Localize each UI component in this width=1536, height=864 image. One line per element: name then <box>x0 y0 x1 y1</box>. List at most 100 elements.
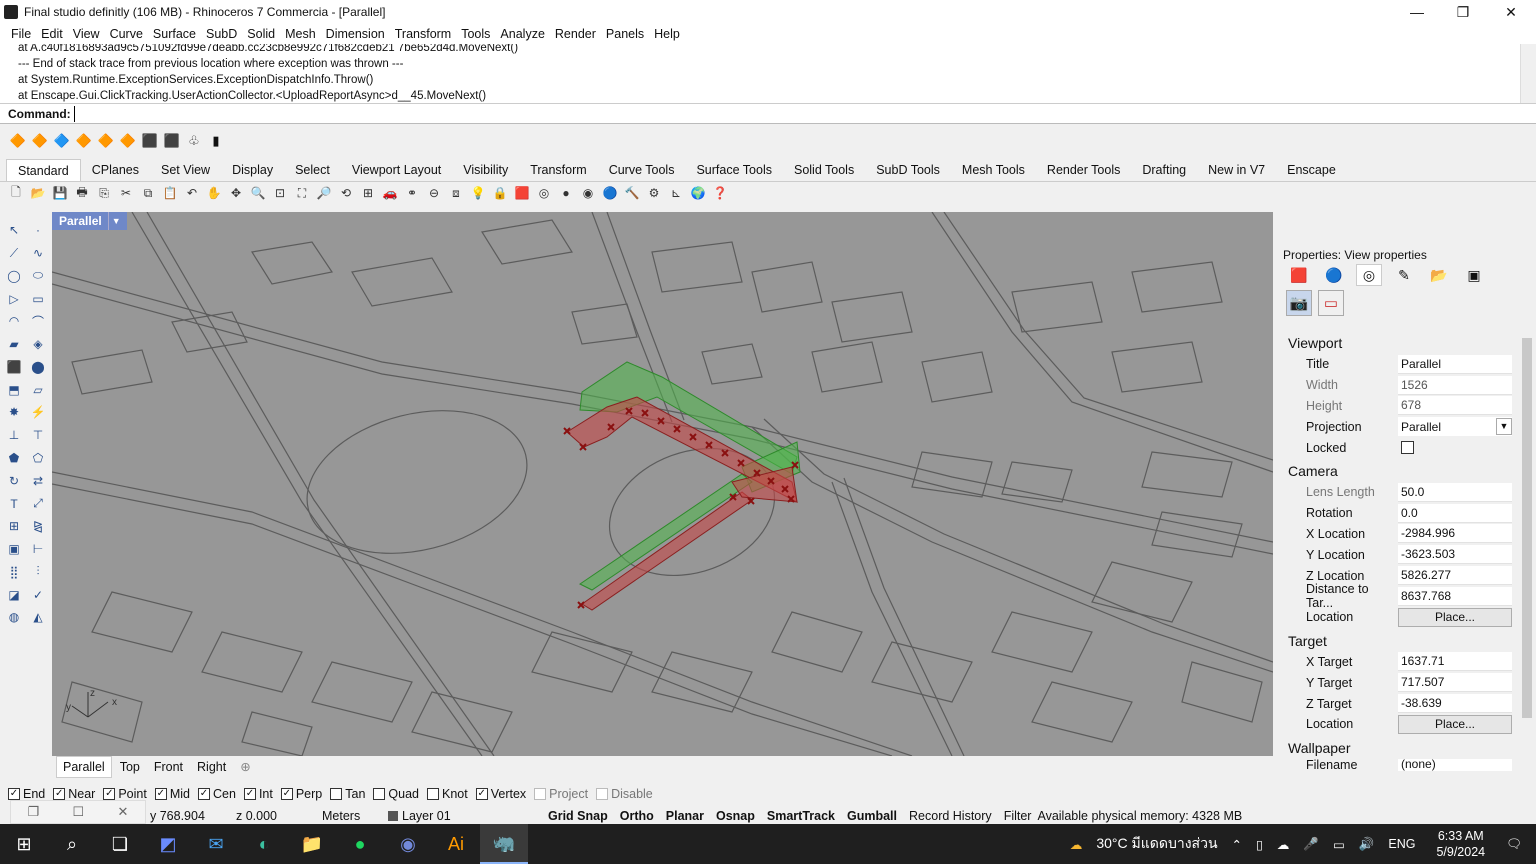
undo-icon[interactable]: ↶ <box>182 183 202 203</box>
help-tab-icon[interactable]: ▣ <box>1461 264 1487 286</box>
tab-subd-tools[interactable]: SubD Tools <box>865 159 951 181</box>
camera-icon[interactable]: 📷 <box>1286 290 1312 316</box>
match-properties-icon[interactable]: 🔨 <box>622 183 642 203</box>
arc-icon[interactable]: ◠ <box>3 311 25 332</box>
tab-visibility[interactable]: Visibility <box>452 159 519 181</box>
windows-start-icon[interactable]: ⊞ <box>0 824 48 864</box>
command-history[interactable]: at A.c40f1816893ad9c5751092fd99e7deabb.c… <box>0 44 1536 104</box>
chart-icon[interactable]: ▮ <box>206 131 226 151</box>
menu-surface[interactable]: Surface <box>148 24 201 44</box>
loft-icon[interactable]: ◈ <box>27 334 49 355</box>
x-target-field[interactable]: 1637.71 <box>1398 652 1512 672</box>
plugin-icon[interactable]: 🔶 <box>74 131 94 151</box>
menu-view[interactable]: View <box>68 24 105 44</box>
plugin-icon[interactable]: 🔶 <box>96 131 116 151</box>
wallpaper-filename-field[interactable]: (none) <box>1398 758 1512 771</box>
add-viewport-tab-icon[interactable]: ⊕ <box>234 757 256 777</box>
group-icon[interactable]: ⬟ <box>3 448 25 469</box>
layers-tab-icon[interactable]: 📂 <box>1426 264 1452 286</box>
object-properties-tab-icon[interactable]: 🟥 <box>1286 264 1312 286</box>
fillet-curve-icon[interactable]: ⌒ <box>27 311 49 332</box>
osnap-toggle[interactable]: Osnap <box>710 809 761 823</box>
check-icon[interactable]: ✓ <box>27 584 49 605</box>
checkbox-icon[interactable]: ✓ <box>280 788 293 800</box>
minimize-button[interactable]: — <box>1394 0 1440 24</box>
osnap-vertex[interactable]: ✓ Vertex <box>475 787 526 801</box>
weather-text[interactable]: 30°C มีแดดบางส่วน <box>1089 833 1224 855</box>
help-icon[interactable]: ❓ <box>710 183 730 203</box>
plugin-icon[interactable]: ⬛ <box>140 131 160 151</box>
color-wheel-icon[interactable]: ◎ <box>534 183 554 203</box>
distance-to-target-field[interactable]: 8637.768 <box>1398 586 1512 606</box>
print-icon[interactable]: 🖶 <box>72 183 92 203</box>
osnap-end[interactable]: ✓ End <box>8 787 45 801</box>
grid-icon[interactable]: ⣿ <box>3 562 25 583</box>
lock-icon[interactable]: 🔒 <box>490 183 510 203</box>
close-button[interactable]: ✕ <box>1488 0 1534 24</box>
options-icon[interactable]: ⚙ <box>644 183 664 203</box>
tab-parallel[interactable]: Parallel <box>56 756 112 778</box>
gumball-toggle[interactable]: Gumball <box>841 809 903 823</box>
dimension-icon[interactable]: ⊾ <box>666 183 686 203</box>
dimension-tool-icon[interactable]: ⊢ <box>27 539 49 560</box>
discord-icon[interactable]: ◉ <box>384 824 432 864</box>
menu-tools[interactable]: Tools <box>456 24 495 44</box>
checkbox-icon[interactable] <box>534 788 547 800</box>
osnap-int[interactable]: ✓ Int <box>243 787 273 801</box>
ellipse-icon[interactable]: ⬭ <box>27 266 49 287</box>
osnap-quad[interactable]: Quad <box>373 787 419 801</box>
rhino-taskbar-icon[interactable]: 🦏 <box>480 824 528 864</box>
layer-icon[interactable]: 🟥 <box>512 183 532 203</box>
zoom-selected-icon[interactable]: 🔎 <box>314 183 334 203</box>
paste-icon[interactable]: 📋 <box>160 183 180 203</box>
split-icon[interactable]: ⊥ <box>3 425 25 446</box>
chevron-down-icon[interactable]: ▼ <box>1496 418 1512 436</box>
scrollbar-thumb[interactable] <box>1522 338 1532 718</box>
rendered-sphere-icon[interactable]: ◉ <box>578 183 598 203</box>
frame-icon[interactable]: ▭ <box>1318 290 1344 316</box>
smarttrack-toggle[interactable]: SmartTrack <box>761 809 841 823</box>
lens-length-field[interactable]: 50.0 <box>1398 482 1512 502</box>
restore-icon[interactable]: ❐ <box>28 804 40 820</box>
checkbox-icon[interactable]: ✓ <box>8 788 20 800</box>
notification-icon[interactable]: 🗨 <box>1499 837 1536 852</box>
rotation-field[interactable]: 0.0 <box>1398 503 1512 523</box>
checkbox-icon[interactable]: ✓ <box>475 788 488 800</box>
car-icon[interactable]: 🚗 <box>380 183 400 203</box>
menu-subd[interactable]: SubD <box>201 24 242 44</box>
tab-drafting[interactable]: Drafting <box>1131 159 1197 181</box>
y-target-field[interactable]: 717.507 <box>1398 673 1512 693</box>
circle-icon[interactable]: ◯ <box>3 266 25 287</box>
mail-icon[interactable]: ✉ <box>192 824 240 864</box>
illustrator-icon[interactable]: Ai <box>432 824 480 864</box>
plugin-icon[interactable]: ♧ <box>184 131 204 151</box>
scale-icon[interactable]: ⤢ <box>27 493 49 514</box>
curve-icon[interactable]: ∿ <box>27 243 49 264</box>
close-icon[interactable]: ✕ <box>117 804 128 820</box>
light-icon[interactable]: 💡 <box>468 183 488 203</box>
tab-curve-tools[interactable]: Curve Tools <box>598 159 686 181</box>
rotate-icon[interactable]: ↻ <box>3 471 25 492</box>
polyline-icon[interactable]: ⟋ <box>3 243 25 264</box>
osnap-disable[interactable]: Disable <box>596 787 653 801</box>
ortho-toggle[interactable]: Ortho <box>614 809 660 823</box>
camera-place-button[interactable]: Place... <box>1398 607 1512 627</box>
material-tab-icon[interactable]: 🔵 <box>1321 264 1347 286</box>
new-file-icon[interactable]: 🗋 <box>6 183 26 203</box>
select-arrow-icon[interactable]: ↖ <box>3 220 25 241</box>
osnap-knot[interactable]: Knot <box>427 787 468 801</box>
osnap-cen[interactable]: ✓ Cen <box>198 787 236 801</box>
y-location-field[interactable]: -3623.503 <box>1398 545 1512 565</box>
file-explorer-icon[interactable]: 📁 <box>288 824 336 864</box>
microphone-icon[interactable]: 🎤 <box>1296 837 1326 852</box>
zoom-extents-icon[interactable]: ⛶ <box>292 183 312 203</box>
locked-checkbox[interactable] <box>1401 441 1414 455</box>
tab-transform[interactable]: Transform <box>519 159 598 181</box>
checkbox-icon[interactable]: ✓ <box>198 788 210 800</box>
record-history-toggle[interactable]: Record History <box>903 809 998 823</box>
rotate-view-icon[interactable]: ✥ <box>226 183 246 203</box>
projection-select[interactable]: Parallel ▼ <box>1398 417 1512 437</box>
target-place-button[interactable]: Place... <box>1398 714 1512 734</box>
app-icon[interactable]: ◩ <box>144 824 192 864</box>
checkbox-icon[interactable] <box>596 788 609 800</box>
